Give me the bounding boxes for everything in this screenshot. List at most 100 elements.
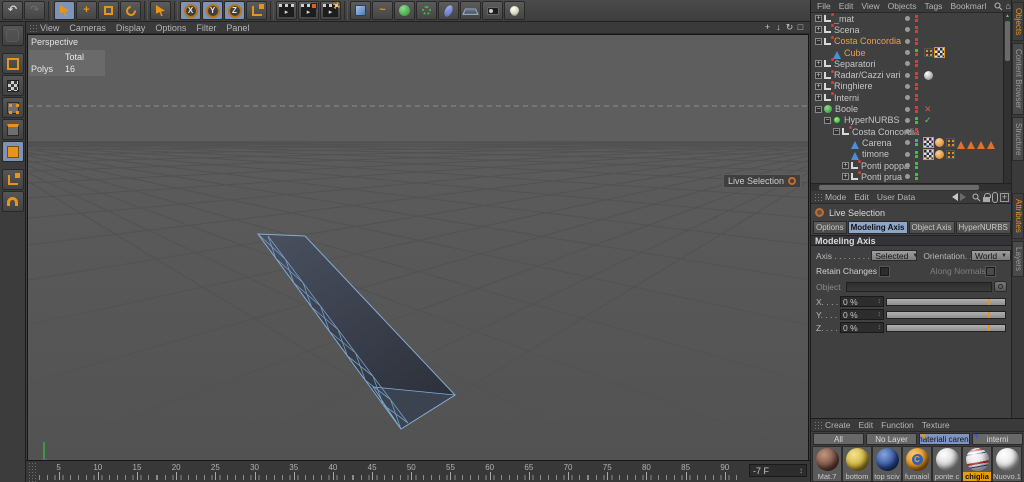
visibility-dots[interactable] xyxy=(905,139,918,147)
expander-toggle[interactable]: − xyxy=(815,37,822,45)
tab-modeling-axis[interactable]: Modeling Axis xyxy=(847,221,908,234)
move-tool[interactable]: + xyxy=(76,1,97,20)
material-menu-function[interactable]: Function xyxy=(881,420,914,430)
timeline-tick-cell[interactable]: 5 xyxy=(39,461,79,482)
object-item[interactable]: + Ponti prua xyxy=(811,171,1003,182)
visibility-dots[interactable] xyxy=(905,128,918,136)
panel-grip[interactable] xyxy=(29,23,37,32)
tri-tag-icon[interactable] xyxy=(987,137,995,149)
add-panel-icon[interactable]: + xyxy=(1000,192,1009,202)
slider-value-field[interactable]: 0 % ↕ xyxy=(840,322,884,333)
expander-toggle[interactable]: − xyxy=(815,105,822,113)
add-camera[interactable] xyxy=(482,1,503,20)
side-tab-attributes[interactable]: Attributes xyxy=(1012,193,1024,239)
viewport-menu-cameras[interactable]: Cameras xyxy=(69,23,106,33)
visibility-dots[interactable] xyxy=(905,94,918,102)
object-tree-vertical-scrollbar[interactable]: ▲ xyxy=(1003,13,1011,183)
lock-z-axis[interactable]: Z xyxy=(224,1,245,20)
viewport-menu-view[interactable]: View xyxy=(40,23,59,33)
undo-button[interactable]: ↶ xyxy=(2,1,23,20)
value-stepper[interactable]: ↕ xyxy=(878,311,882,318)
material-menu-edit[interactable]: Edit xyxy=(859,420,874,430)
side-tab-content-browser[interactable]: Content Browser xyxy=(1012,43,1024,115)
slider-track[interactable] xyxy=(886,297,1006,306)
tab-object-axis[interactable]: Object Axis xyxy=(908,221,955,234)
object-picker-button[interactable] xyxy=(994,281,1007,292)
material-item[interactable]: ponte c xyxy=(932,446,962,482)
side-tab-layers[interactable]: Layers xyxy=(1012,240,1024,277)
material-item[interactable]: chiglia xyxy=(962,446,992,482)
timeline-tick-cell[interactable]: 80 xyxy=(626,461,666,482)
timeline-tick-cell[interactable]: 50 xyxy=(391,461,431,482)
scroll-up-icon[interactable]: ▲ xyxy=(1004,13,1011,20)
layer-tab-all[interactable]: All xyxy=(813,433,864,445)
expander-toggle[interactable]: + xyxy=(815,94,822,102)
layer-tab-materiali-carena[interactable]: materiali carena xyxy=(919,433,970,445)
material-menu-texture[interactable]: Texture xyxy=(922,420,950,430)
object-menu-tags[interactable]: Tags xyxy=(924,1,942,11)
object-item[interactable]: − Costa Concordia xyxy=(811,35,1003,47)
lock-icon[interactable] xyxy=(983,192,991,202)
material-item[interactable]: Nuovo.1 xyxy=(992,446,1022,482)
timeline-tick-cell[interactable]: 55 xyxy=(430,461,471,482)
snap-magnet[interactable] xyxy=(1,191,24,212)
expander-toggle[interactable]: − xyxy=(824,116,831,124)
panel-grip[interactable] xyxy=(814,193,822,201)
object-link-field[interactable] xyxy=(846,281,992,292)
orbit-view-icon[interactable]: ↻ xyxy=(784,22,795,33)
home-icon[interactable]: ⌂ xyxy=(1005,1,1010,11)
object-item[interactable]: + _mat xyxy=(811,13,1003,24)
render-view-button[interactable]: ▸ xyxy=(276,1,297,20)
side-tab-structure[interactable]: Structure xyxy=(1012,116,1024,162)
timeline-tick-cell[interactable]: 40 xyxy=(313,461,353,482)
expander-toggle[interactable]: + xyxy=(815,60,822,68)
layer-tab-no-layer[interactable]: No Layer xyxy=(866,433,917,445)
phong-tag-icon[interactable] xyxy=(946,138,955,148)
slider-track[interactable] xyxy=(886,310,1006,319)
rotate-tool[interactable] xyxy=(120,1,141,20)
timeline-tick-cell[interactable]: 20 xyxy=(156,461,196,482)
visibility-dots[interactable] xyxy=(905,173,918,181)
add-modeling-object[interactable] xyxy=(416,1,437,20)
timeline-tick-cell[interactable]: 35 xyxy=(274,461,314,482)
slider-track[interactable] xyxy=(886,323,1006,332)
phong-tag-icon[interactable] xyxy=(946,149,955,159)
edge-mode[interactable] xyxy=(1,119,24,140)
expander-toggle[interactable]: + xyxy=(842,173,849,181)
axis-mode[interactable] xyxy=(1,169,24,190)
object-item[interactable]: − Boole ✕ xyxy=(811,103,1003,114)
add-deformer[interactable] xyxy=(438,1,459,20)
object-menu-objects[interactable]: Objects xyxy=(888,1,917,11)
material-item[interactable]: top sciv xyxy=(872,446,902,482)
scale-tool[interactable] xyxy=(98,1,119,20)
object-item[interactable]: − Costa Concordia xyxy=(811,126,1003,137)
viewport-menu-options[interactable]: Options xyxy=(155,23,186,33)
expander-toggle[interactable]: + xyxy=(815,71,822,79)
texture-mode[interactable] xyxy=(1,75,24,96)
layer-tab-interni[interactable]: interni xyxy=(972,433,1023,445)
visibility-dots[interactable] xyxy=(905,26,918,34)
add-light[interactable] xyxy=(504,1,525,20)
object-item[interactable]: + Scena xyxy=(811,24,1003,35)
attribute-menu-edit[interactable]: Edit xyxy=(854,192,869,202)
timeline-tick-cell[interactable]: 30 xyxy=(234,461,275,482)
object-menu-edit[interactable]: Edit xyxy=(839,1,854,11)
axis-dropdown[interactable]: Selected ▼ xyxy=(871,250,918,261)
object-item[interactable]: timone xyxy=(811,148,1003,161)
visibility-dots[interactable] xyxy=(905,82,918,90)
timeline-ruler[interactable]: 5 10 15 20 25 30 35 40 45 50 55 60 65 70 75 80 85 90 xyxy=(39,461,745,482)
sphere-tag-icon[interactable] xyxy=(924,70,933,80)
timeline-tick-cell[interactable]: 10 xyxy=(78,461,118,482)
slider-value-field[interactable]: 0 % ↕ xyxy=(840,309,884,320)
object-item[interactable]: + Interni xyxy=(811,92,1003,103)
tab-hypernurbs[interactable]: HyperNURBS xyxy=(955,221,1011,234)
visibility-dots[interactable] xyxy=(905,150,918,158)
attribute-menu-mode[interactable]: Mode xyxy=(825,192,846,202)
tri-tag-icon[interactable] xyxy=(977,137,985,149)
current-frame-field[interactable]: -7 F ↕ xyxy=(749,464,807,477)
object-item[interactable]: − HyperNURBS ✓ xyxy=(811,115,1003,126)
timeline-tick-cell[interactable]: 70 xyxy=(548,461,588,482)
dolly-view-icon[interactable]: ↓ xyxy=(773,22,784,33)
value-stepper[interactable]: ↕ xyxy=(878,324,882,331)
visibility-dots[interactable] xyxy=(905,60,918,68)
